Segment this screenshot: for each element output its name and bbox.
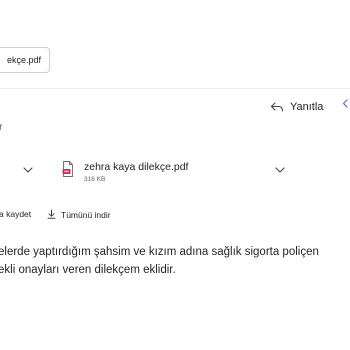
divider — [0, 88, 350, 89]
attachment-size: 316 KB — [84, 176, 106, 183]
chevron-down-icon[interactable] — [274, 163, 286, 175]
message-line: elerde yaptırdığım şahsim ve kızım adına… — [0, 246, 319, 258]
recipient-label: r — [0, 122, 3, 133]
reply-button[interactable]: Yanıtla — [270, 98, 323, 116]
reply-icon — [270, 101, 284, 113]
save-attachment-link[interactable]: a kaydet — [0, 209, 31, 219]
attachment-tab-label: ekçe.pdf — [7, 55, 42, 65]
reply-all-icon[interactable] — [340, 98, 350, 113]
download-all-label: Tümünü indir — [61, 210, 111, 220]
message-body: elerde yaptırdığım şahsim ve kızım adına… — [0, 243, 350, 279]
download-all-button[interactable]: Tümünü indir — [47, 209, 111, 221]
download-icon — [47, 209, 56, 221]
attachment-tab[interactable]: ekçe.pdf — [0, 47, 51, 73]
attachment-card[interactable]: zehra kaya dilekçe.pdf 316 KB — [60, 155, 292, 191]
chevron-down-icon[interactable] — [22, 163, 34, 175]
reply-label: Yanıtla — [290, 101, 324, 113]
message-line: ekli onayları veren dilekçem eklidir. — [0, 264, 176, 276]
attachment-name: zehra kaya dilekçe.pdf — [84, 161, 189, 173]
pdf-file-icon — [62, 161, 74, 177]
attachment-row: zehra kaya dilekçe.pdf 316 KB — [0, 155, 350, 195]
reading-pane-top: ekçe.pdf — [0, 0, 350, 96]
